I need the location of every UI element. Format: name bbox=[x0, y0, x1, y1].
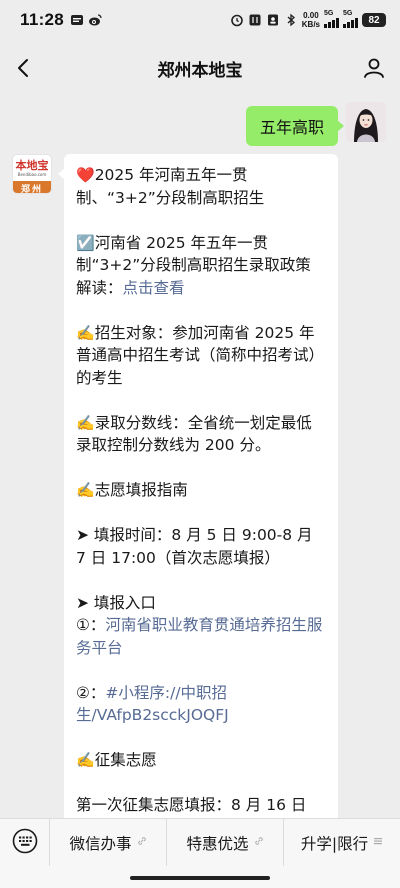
arrow-icon: ➤ bbox=[76, 593, 89, 612]
network-speed: 0.00 KB/s bbox=[301, 11, 320, 29]
writing-hand-icon: ✍️ bbox=[76, 413, 95, 432]
home-indicator-bar[interactable] bbox=[130, 876, 270, 880]
menu-item-education-traffic[interactable]: 升学|限行 bbox=[284, 819, 400, 867]
status-left-icons bbox=[70, 13, 102, 27]
message-paragraph: ①：河南省职业教育贯通培养招生服务平台 bbox=[76, 616, 323, 657]
click-to-view-link[interactable]: 点击查看 bbox=[123, 279, 185, 297]
writing-hand-icon: ✍️ bbox=[76, 481, 95, 499]
message-paragraph: ✍️录取分数线：全省统一划定最低录取控制分数线为 200 分。 bbox=[76, 413, 312, 455]
weibo-icon bbox=[88, 13, 102, 27]
message-paragraph: ❤️2025 年河南五年一贯制、“3+2”分段制高职招生 bbox=[76, 166, 265, 207]
bot-avatar-city: 郑州 bbox=[13, 181, 51, 193]
message-paragraph: ☑️河南省 2025 年五年一贯制“3+2”分段制高职招生录取政策解读：点击查看 bbox=[76, 233, 311, 297]
menu-list-icon bbox=[373, 836, 383, 849]
message-paragraph: ✍️招生对象：参加河南省 2025 年普通高中招生考试（简称中招考试）的考生 bbox=[76, 323, 325, 387]
chat-area[interactable]: 五年高职 本地宝 Bendibao.com 郑州 ❤️2025 年河南五年一贯制… bbox=[0, 96, 400, 818]
bot-message-bubble: ❤️2025 年河南五年一贯制、“3+2”分段制高职招生 ☑️河南省 2025 … bbox=[58, 154, 338, 818]
keyboard-icon bbox=[12, 828, 38, 858]
status-time: 11:28 bbox=[20, 10, 65, 29]
signal-icon-sim2: 5G bbox=[343, 10, 358, 28]
link-icon bbox=[137, 836, 147, 849]
message-paragraph: ➤ 填报时间：8 月 5 日 9:00-8 月 7 日 17:00（首次志愿填报… bbox=[76, 526, 313, 567]
arrow-icon: ➤ bbox=[76, 526, 89, 544]
home-indicator[interactable] bbox=[0, 866, 400, 888]
menu-item-special-offers[interactable]: 特惠优选 bbox=[167, 818, 284, 867]
user-message-bubble[interactable]: 五年高职 bbox=[245, 106, 345, 146]
message-paragraph: ✍️志愿填报指南 bbox=[76, 481, 188, 499]
message-paragraph: ➤ 填报入口 bbox=[76, 593, 156, 612]
status-bar: 11:28 0.00 KB/s 5G 5G 82 bbox=[0, 0, 400, 40]
back-arrow-icon[interactable] bbox=[12, 56, 36, 80]
writing-hand-icon: ✍️ bbox=[76, 751, 95, 769]
message-icon bbox=[70, 13, 84, 27]
mute-icon bbox=[248, 13, 262, 27]
chat-title: 郑州本地宝 bbox=[157, 60, 243, 81]
message-paragraph: ②：#小程序://中职招生/VAfpB2scckJOQFJ bbox=[76, 683, 229, 725]
bot-avatar[interactable]: 本地宝 Bendibao.com 郑州 bbox=[12, 154, 52, 194]
bot-avatar-logo: 本地宝 Bendibao.com bbox=[15, 158, 49, 177]
sim-icon bbox=[266, 13, 280, 27]
status-right: 0.00 KB/s 5G 5G 82 bbox=[230, 10, 386, 29]
bluetooth-icon bbox=[284, 13, 298, 27]
menu-item-wechat-services[interactable]: 微信办事 bbox=[50, 818, 167, 867]
bottom-menu: 微信办事 特惠优选 升学|限行 bbox=[0, 818, 400, 867]
alarm-icon bbox=[230, 13, 244, 27]
link-icon bbox=[254, 836, 264, 849]
writing-hand-icon: ✍️ bbox=[76, 323, 95, 342]
checkbox-icon: ☑️ bbox=[76, 233, 95, 252]
message-paragraph: ✍️征集志愿 bbox=[76, 751, 157, 769]
heart-icon: ❤️ bbox=[76, 166, 95, 184]
battery-icon: 82 bbox=[362, 13, 386, 27]
nav-bar: 郑州本地宝 bbox=[0, 40, 400, 96]
enrollment-platform-link[interactable]: 河南省职业教育贯通培养招生服务平台 bbox=[76, 616, 322, 657]
profile-icon[interactable] bbox=[362, 56, 386, 80]
message-paragraph: 第一次征集志愿填报：8 月 16 日 9:00-17 日 17:00 bbox=[76, 796, 307, 814]
signal-icon-sim1: 5G bbox=[324, 10, 339, 28]
keyboard-toggle-button[interactable] bbox=[0, 818, 50, 867]
user-avatar[interactable] bbox=[346, 102, 386, 142]
user-message-text: 五年高职 bbox=[259, 118, 324, 137]
